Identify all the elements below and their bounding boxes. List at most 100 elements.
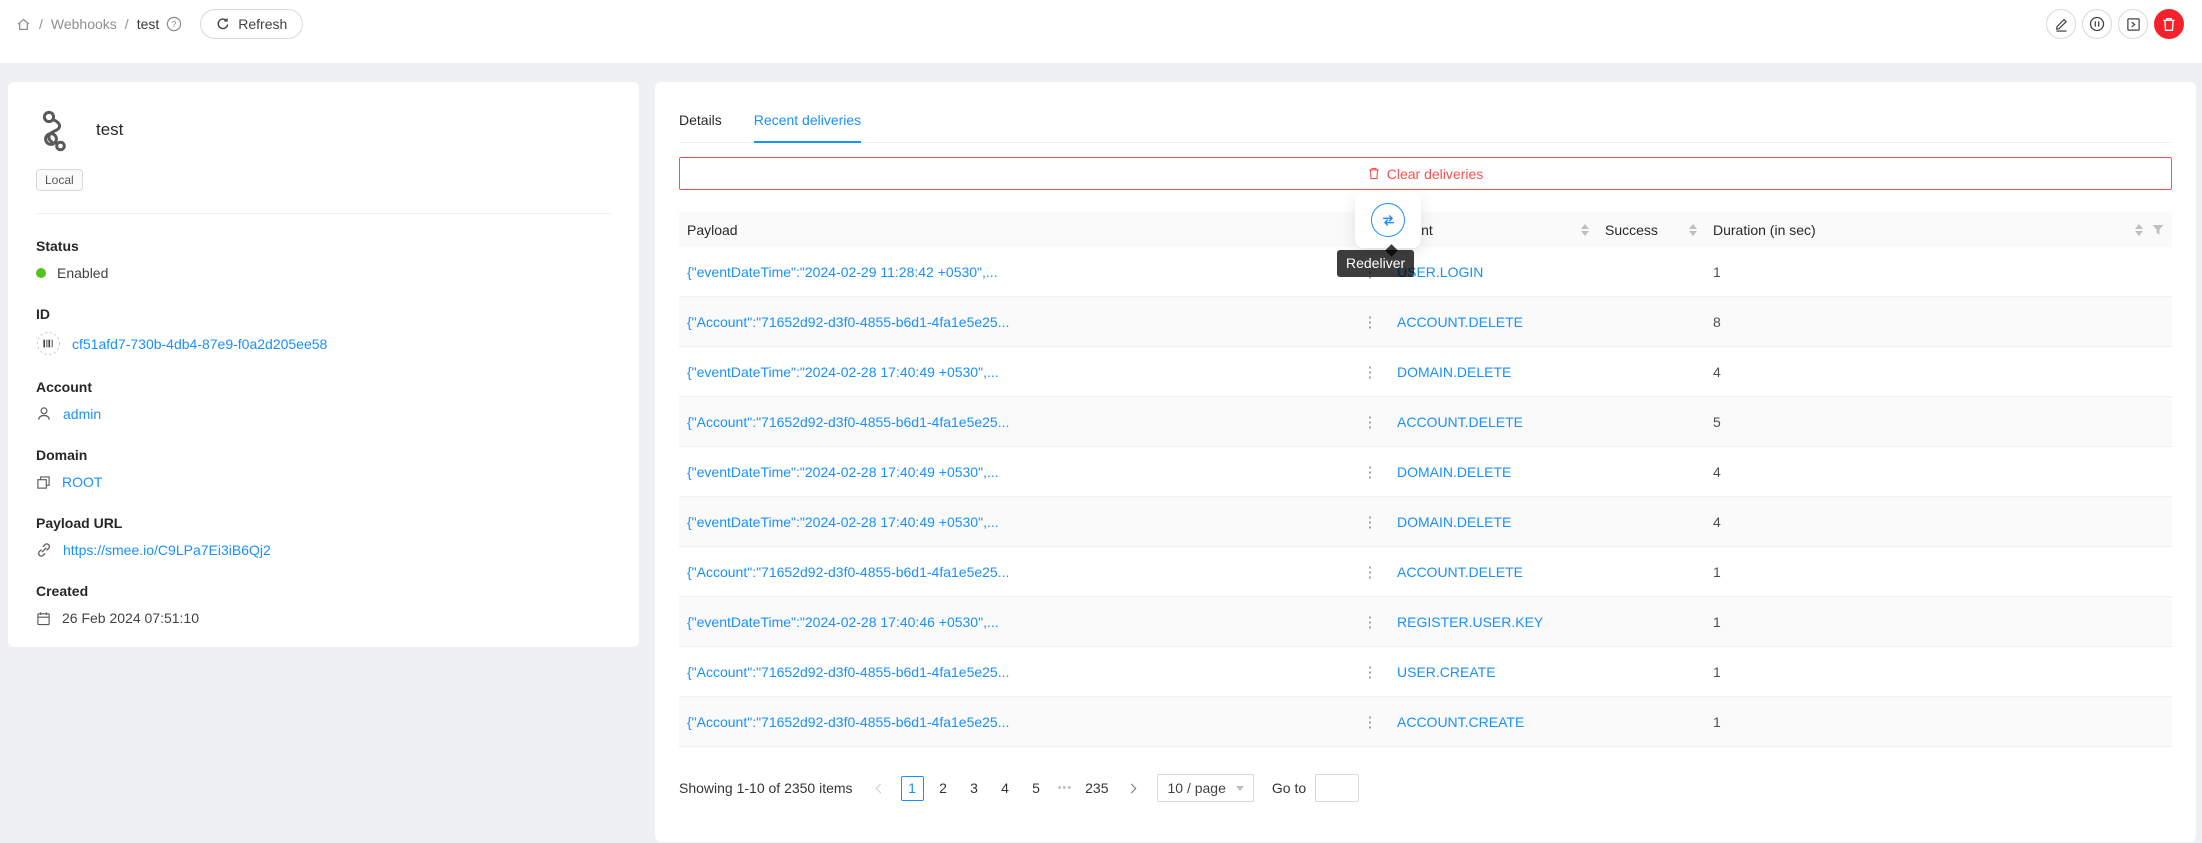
more-icon[interactable]: ⋮ (1359, 311, 1381, 333)
reload-icon (216, 17, 230, 31)
payload-link[interactable]: {"eventDateTime":"2024-02-28 17:40:49 +0… (687, 364, 999, 380)
event-link[interactable]: ACCOUNT.DELETE (1397, 564, 1523, 580)
redeliver-button[interactable] (1371, 203, 1405, 237)
pause-button[interactable] (2082, 9, 2112, 39)
page-jump-ellipsis[interactable]: ••• (1056, 782, 1075, 794)
page-button-1[interactable]: 1 (901, 776, 924, 801)
event-link[interactable]: DOMAIN.DELETE (1397, 364, 1511, 380)
event-link[interactable]: ACCOUNT.CREATE (1397, 714, 1524, 730)
account-label: Account (36, 379, 611, 395)
more-icon[interactable]: ⋮ (1359, 661, 1381, 683)
page-button-5[interactable]: 5 (1025, 776, 1048, 801)
webhook-title: test (96, 120, 123, 140)
pause-circle-icon (2089, 16, 2105, 32)
duration-value: 8 (1705, 314, 2172, 330)
deliveries-table: Payload Event Success Duration (in sec) (679, 212, 2172, 747)
more-icon[interactable]: ⋮ (1359, 511, 1381, 533)
status-enabled-dot (36, 268, 46, 278)
user-icon (36, 406, 52, 422)
delete-webhook-button[interactable] (2154, 9, 2184, 39)
more-icon[interactable]: ⋮ (1359, 411, 1381, 433)
breadcrumb-webhooks[interactable]: Webhooks (51, 16, 117, 32)
duration-value: 5 (1705, 414, 2172, 430)
domain-link[interactable]: ROOT (62, 474, 102, 490)
home-icon[interactable] (16, 17, 31, 32)
page-button-last[interactable]: 235 (1082, 776, 1111, 801)
account-link[interactable]: admin (63, 406, 101, 422)
redeliver-icon (1380, 212, 1397, 229)
table-row: {"Account":"71652d92-d3f0-4855-b6d1-4fa1… (679, 697, 2172, 747)
webhook-icon (36, 108, 76, 152)
event-link[interactable]: USER.CREATE (1397, 664, 1496, 680)
delete-trash-icon (2162, 17, 2176, 32)
page-button-2[interactable]: 2 (932, 776, 955, 801)
chevron-down-icon (1236, 786, 1244, 791)
svg-text:?: ? (172, 19, 177, 29)
duration-value: 1 (1705, 264, 2172, 280)
more-icon[interactable]: ⋮ (1359, 461, 1381, 483)
switcher-icon (36, 475, 51, 490)
table-row: {"eventDateTime":"2024-02-28 17:40:49 +0… (679, 497, 2172, 547)
row-actions-popover (1355, 192, 1421, 248)
breadcrumb: / Webhooks / test ? Refresh (16, 8, 303, 40)
page-size-select[interactable]: 10 / page (1157, 774, 1253, 802)
breadcrumb-separator: / (39, 16, 43, 32)
page-size-value: 10 / page (1167, 780, 1225, 796)
event-link[interactable]: DOMAIN.DELETE (1397, 514, 1511, 530)
refresh-button[interactable]: Refresh (200, 9, 303, 39)
payload-url-label: Payload URL (36, 515, 611, 531)
column-header-duration[interactable]: Duration (in sec) (1705, 212, 2172, 247)
edit-button[interactable] (2046, 9, 2076, 39)
caret-sorter-icon[interactable] (1581, 224, 1589, 236)
payload-link[interactable]: {"eventDateTime":"2024-02-28 17:40:49 +0… (687, 514, 999, 530)
account-field: Account admin (36, 379, 611, 424)
divider (36, 213, 611, 214)
page-button-4[interactable]: 4 (994, 776, 1017, 801)
more-icon[interactable]: ⋮ (1359, 361, 1381, 383)
clear-deliveries-button[interactable]: Clear deliveries (679, 157, 2172, 190)
goto-page-input[interactable] (1315, 774, 1359, 802)
filter-icon[interactable] (2152, 224, 2164, 236)
payload-link[interactable]: {"Account":"71652d92-d3f0-4855-b6d1-4fa1… (687, 314, 1009, 330)
more-icon[interactable]: ⋮ (1359, 611, 1381, 633)
more-icon[interactable]: ⋮ (1359, 561, 1381, 583)
redeliver-tooltip-label: Redeliver (1346, 255, 1405, 271)
payload-link[interactable]: {"Account":"71652d92-d3f0-4855-b6d1-4fa1… (687, 714, 1009, 730)
redeliver-tooltip: Redeliver (1337, 250, 1414, 277)
webhook-header: test (36, 108, 611, 152)
content-area: test Local Status Enabled ID cf51afd7-73… (0, 63, 2202, 842)
webhook-id-link[interactable]: cf51afd7-730b-4db4-87e9-f0a2d205ee58 (72, 336, 327, 352)
event-link[interactable]: DOMAIN.DELETE (1397, 464, 1511, 480)
tab-recent-deliveries[interactable]: Recent deliveries (754, 103, 861, 143)
select-icon (2126, 17, 2141, 32)
link-icon (36, 542, 52, 558)
domain-label: Domain (36, 447, 611, 463)
breadcrumb-current: test (137, 16, 160, 32)
payload-link[interactable]: {"Account":"71652d92-d3f0-4855-b6d1-4fa1… (687, 664, 1009, 680)
payload-link[interactable]: {"eventDateTime":"2024-02-28 17:40:49 +0… (687, 464, 999, 480)
column-header-success[interactable]: Success (1597, 212, 1705, 247)
payload-link[interactable]: {"Account":"71652d92-d3f0-4855-b6d1-4fa1… (687, 414, 1009, 430)
tab-details[interactable]: Details (679, 103, 722, 142)
table-row: {"eventDateTime":"2024-02-28 17:40:49 +0… (679, 447, 2172, 497)
created-field: Created 26 Feb 2024 07:51:10 (36, 583, 611, 628)
page-button-3[interactable]: 3 (963, 776, 986, 801)
event-link[interactable]: REGISTER.USER.KEY (1397, 614, 1543, 630)
more-icon[interactable]: ⋮ (1359, 711, 1381, 733)
table-row: {"eventDateTime":"2024-02-28 17:40:49 +0… (679, 347, 2172, 397)
caret-sorter-icon[interactable] (2135, 224, 2143, 236)
table-header: Payload Event Success Duration (in sec) (679, 212, 2172, 247)
payload-link[interactable]: {"eventDateTime":"2024-02-29 11:28:42 +0… (687, 264, 998, 280)
payload-link[interactable]: {"Account":"71652d92-d3f0-4855-b6d1-4fa1… (687, 564, 1009, 580)
table-row: {"Account":"71652d92-d3f0-4855-b6d1-4fa1… (679, 647, 2172, 697)
next-page-button[interactable] (1119, 776, 1143, 800)
payload-url-link[interactable]: https://smee.io/C9LPa7Ei3iB6Qj2 (63, 542, 271, 558)
payload-link[interactable]: {"eventDateTime":"2024-02-28 17:40:46 +0… (687, 614, 999, 630)
prev-page-button[interactable] (869, 776, 893, 800)
column-header-payload: Payload (679, 212, 1389, 247)
event-link[interactable]: ACCOUNT.DELETE (1397, 414, 1523, 430)
caret-sorter-icon[interactable] (1689, 224, 1697, 236)
question-circle-icon[interactable]: ? (166, 16, 182, 32)
event-link[interactable]: ACCOUNT.DELETE (1397, 314, 1523, 330)
open-logs-button[interactable] (2118, 9, 2148, 39)
